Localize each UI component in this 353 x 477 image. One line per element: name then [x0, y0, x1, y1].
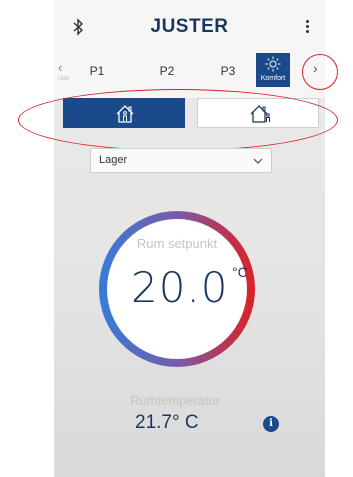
room-temperature-value: 21.7° C	[135, 412, 199, 433]
mode-dropdown-value: Lager	[99, 154, 128, 166]
chevron-down-icon	[253, 158, 263, 164]
tab-komfort[interactable]: Komfort	[256, 53, 290, 87]
tabs-prev-button[interactable]: ‹ Ude	[58, 60, 70, 82]
annotation-ellipse	[18, 89, 338, 151]
info-icon[interactable]: i	[263, 416, 279, 432]
tab-p2[interactable]: P2	[152, 64, 182, 78]
sun-icon	[265, 56, 281, 72]
app-title: JUSTER	[150, 16, 229, 37]
tab-komfort-label: Komfort	[260, 75, 286, 82]
setpoint-label: Rum setpunkt	[136, 236, 218, 251]
more-vertical-icon[interactable]	[303, 20, 311, 36]
setpoint-unit: °C	[232, 264, 248, 280]
chevron-left-icon: ‹	[58, 60, 63, 75]
room-temperature-label: Rumtemperatur	[130, 393, 221, 408]
annotation-circle	[302, 54, 338, 90]
mode-dropdown[interactable]: Lager	[90, 148, 272, 173]
setpoint-value: 20.0	[131, 263, 229, 312]
tab-p1[interactable]: P1	[82, 64, 112, 78]
tabs-prev-label: Ude	[58, 76, 70, 82]
tab-p3[interactable]: P3	[213, 64, 243, 78]
